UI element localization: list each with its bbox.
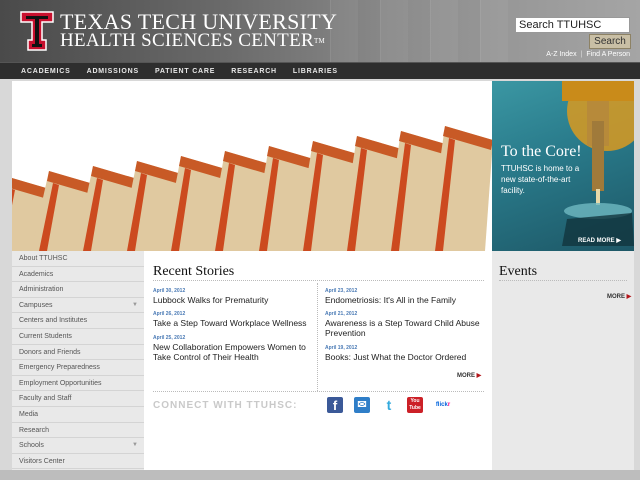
story-headline-link[interactable]: New Collaboration Empowers Women to Take…	[153, 342, 311, 362]
story-headline-link[interactable]: Lubbock Walks for Prematurity	[153, 295, 311, 305]
search-button[interactable]: Search	[589, 34, 631, 49]
building-backdrop	[380, 0, 408, 62]
sidebar-item[interactable]: Visitors Center	[12, 454, 144, 470]
sidebar-item[interactable]: Administration	[12, 282, 144, 298]
sidebar-item[interactable]: Faculty and Staff	[12, 391, 144, 407]
az-index-link[interactable]: A-Z Index	[546, 51, 576, 58]
chevron-down-icon[interactable]: ▼	[132, 438, 138, 453]
story-date: April 21, 2012	[325, 311, 358, 317]
sidebar-item[interactable]: Media	[12, 407, 144, 423]
story-item[interactable]: April 26, 2012 Take a Step Toward Workpl…	[153, 310, 311, 328]
story-item[interactable]: April 25, 2012 New Collaboration Empower…	[153, 334, 311, 362]
chevron-down-icon[interactable]: ▼	[132, 298, 138, 313]
sidebar-item-label: Faculty and Staff	[19, 395, 72, 403]
nav-academics[interactable]: ACADEMICS	[21, 68, 71, 75]
sidebar-item[interactable]: Campuses ▼	[12, 298, 144, 314]
events-more-link[interactable]: MORE ▶	[607, 293, 631, 300]
sidebar-item[interactable]: Academics	[12, 267, 144, 283]
connect-label: CONNECT WITH TTUHSC:	[153, 400, 298, 411]
sidebar-nav: About TTUHSC Academics Administration Campu…	[12, 251, 144, 480]
story-item[interactable]: April 21, 2012 Awareness is a Step Towar…	[325, 310, 483, 338]
divider	[153, 280, 484, 281]
column-divider	[317, 283, 318, 391]
story-item[interactable]: April 30, 2012 Lubbock Walks for Prematu…	[153, 287, 311, 305]
story-item[interactable]: April 23, 2012 Endometriosis: It's All i…	[325, 287, 483, 305]
nav-libraries[interactable]: LIBRARIES	[293, 68, 338, 75]
promo-panel[interactable]: To the Core! TTUHSC is home to a new sta…	[492, 81, 634, 251]
events-section: Events MORE ▶	[492, 251, 634, 470]
sidebar-item[interactable]: Emergency Preparedness	[12, 360, 144, 376]
nav-research[interactable]: RESEARCH	[231, 68, 277, 75]
trademark: TM	[313, 37, 326, 45]
building-backdrop	[430, 0, 458, 62]
story-date: April 30, 2012	[153, 288, 186, 294]
double-t-logo-icon[interactable]	[20, 11, 54, 51]
sidebar-item-label: Current Students	[19, 332, 72, 340]
sidebar-item-label: Schools	[19, 442, 44, 450]
sidebar-item-label: Donors and Friends	[19, 348, 81, 356]
story-date: April 19, 2012	[325, 345, 358, 351]
sidebar-item-label: Media	[19, 410, 39, 418]
facebook-icon[interactable]: f	[327, 397, 343, 413]
search-input[interactable]	[515, 17, 630, 33]
footer-strip	[0, 470, 640, 480]
section-title: Recent Stories	[153, 264, 235, 279]
flickr-icon[interactable]: flickr	[433, 397, 453, 413]
sidebar-item-label: Centers and Institutes	[19, 317, 88, 325]
sidebar-item[interactable]: Current Students	[12, 329, 144, 345]
site-header: TEXAS TECH UNIVERSITY HEALTH SCIENCES CE…	[0, 0, 640, 62]
story-item[interactable]: April 19, 2012 Books: Just What the Doct…	[325, 344, 483, 362]
twitter-icon[interactable]: t	[381, 397, 397, 413]
sidebar-item-label: Visitors Center	[19, 457, 65, 465]
section-title: Events	[499, 264, 538, 279]
sidebar-item-label: Emergency Preparedness	[19, 364, 100, 372]
sidebar-item[interactable]: Employment Opportunities	[12, 376, 144, 392]
find-a-person-link[interactable]: Find A Person	[586, 51, 630, 58]
site-title-line2[interactable]: HEALTH SCIENCES CENTERTM	[60, 31, 325, 51]
hero-banner-books-image	[12, 81, 492, 251]
story-headline-link[interactable]: Books: Just What the Doctor Ordered	[325, 352, 483, 362]
main-nav: ACADEMICS ADMISSIONS PATIENT CARE RESEAR…	[0, 62, 640, 79]
promo-title: To the Core!	[501, 143, 582, 160]
promo-read-more-link[interactable]: READ MORE ▶	[578, 237, 621, 244]
sidebar-item-label: Employment Opportunities	[19, 379, 102, 387]
divider	[499, 280, 627, 281]
stories-more-link[interactable]: MORE ▶	[457, 372, 481, 379]
sidebar-item-label: Research	[19, 426, 49, 434]
sidebar-item[interactable]: Schools ▼	[12, 438, 144, 454]
sidebar-item-label: Academics	[19, 270, 54, 278]
story-headline-link[interactable]: Endometriosis: It's All in the Family	[325, 295, 483, 305]
arrow-right-icon: ▶	[616, 238, 621, 244]
sidebar-item[interactable]: About TTUHSC	[12, 251, 144, 267]
sidebar-item[interactable]: Donors and Friends	[12, 345, 144, 361]
sidebar-item[interactable]: Centers and Institutes	[12, 313, 144, 329]
email-icon[interactable]: ✉	[354, 397, 370, 413]
youtube-icon[interactable]: You Tube	[407, 397, 423, 413]
story-headline-link[interactable]: Take a Step Toward Workplace Wellness	[153, 318, 311, 328]
recent-stories-section: Recent Stories April 30, 2012 Lubbock Wa…	[144, 251, 492, 470]
building-backdrop	[480, 0, 508, 62]
sidebar-item-label: Campuses	[19, 301, 53, 309]
story-date: April 23, 2012	[325, 288, 358, 294]
promo-text: TTUHSC is home to a new state-of-the-art…	[501, 164, 580, 195]
sidebar-item-label: Administration	[19, 286, 64, 294]
story-date: April 26, 2012	[153, 311, 186, 317]
divider: |	[580, 51, 583, 58]
sidebar-item[interactable]: Research	[12, 423, 144, 439]
nav-patient-care[interactable]: PATIENT CARE	[155, 68, 215, 75]
story-date: April 25, 2012	[153, 335, 186, 341]
arrow-right-icon: ▶	[476, 373, 482, 379]
nav-admissions[interactable]: ADMISSIONS	[87, 68, 139, 75]
story-headline-link[interactable]: Awareness is a Step Toward Child Abuse P…	[325, 318, 483, 338]
divider	[153, 391, 484, 392]
sidebar-item-label: About TTUHSC	[19, 255, 68, 262]
arrow-right-icon: ▶	[626, 294, 632, 300]
utility-links: A-Z Index | Find A Person	[546, 51, 630, 58]
